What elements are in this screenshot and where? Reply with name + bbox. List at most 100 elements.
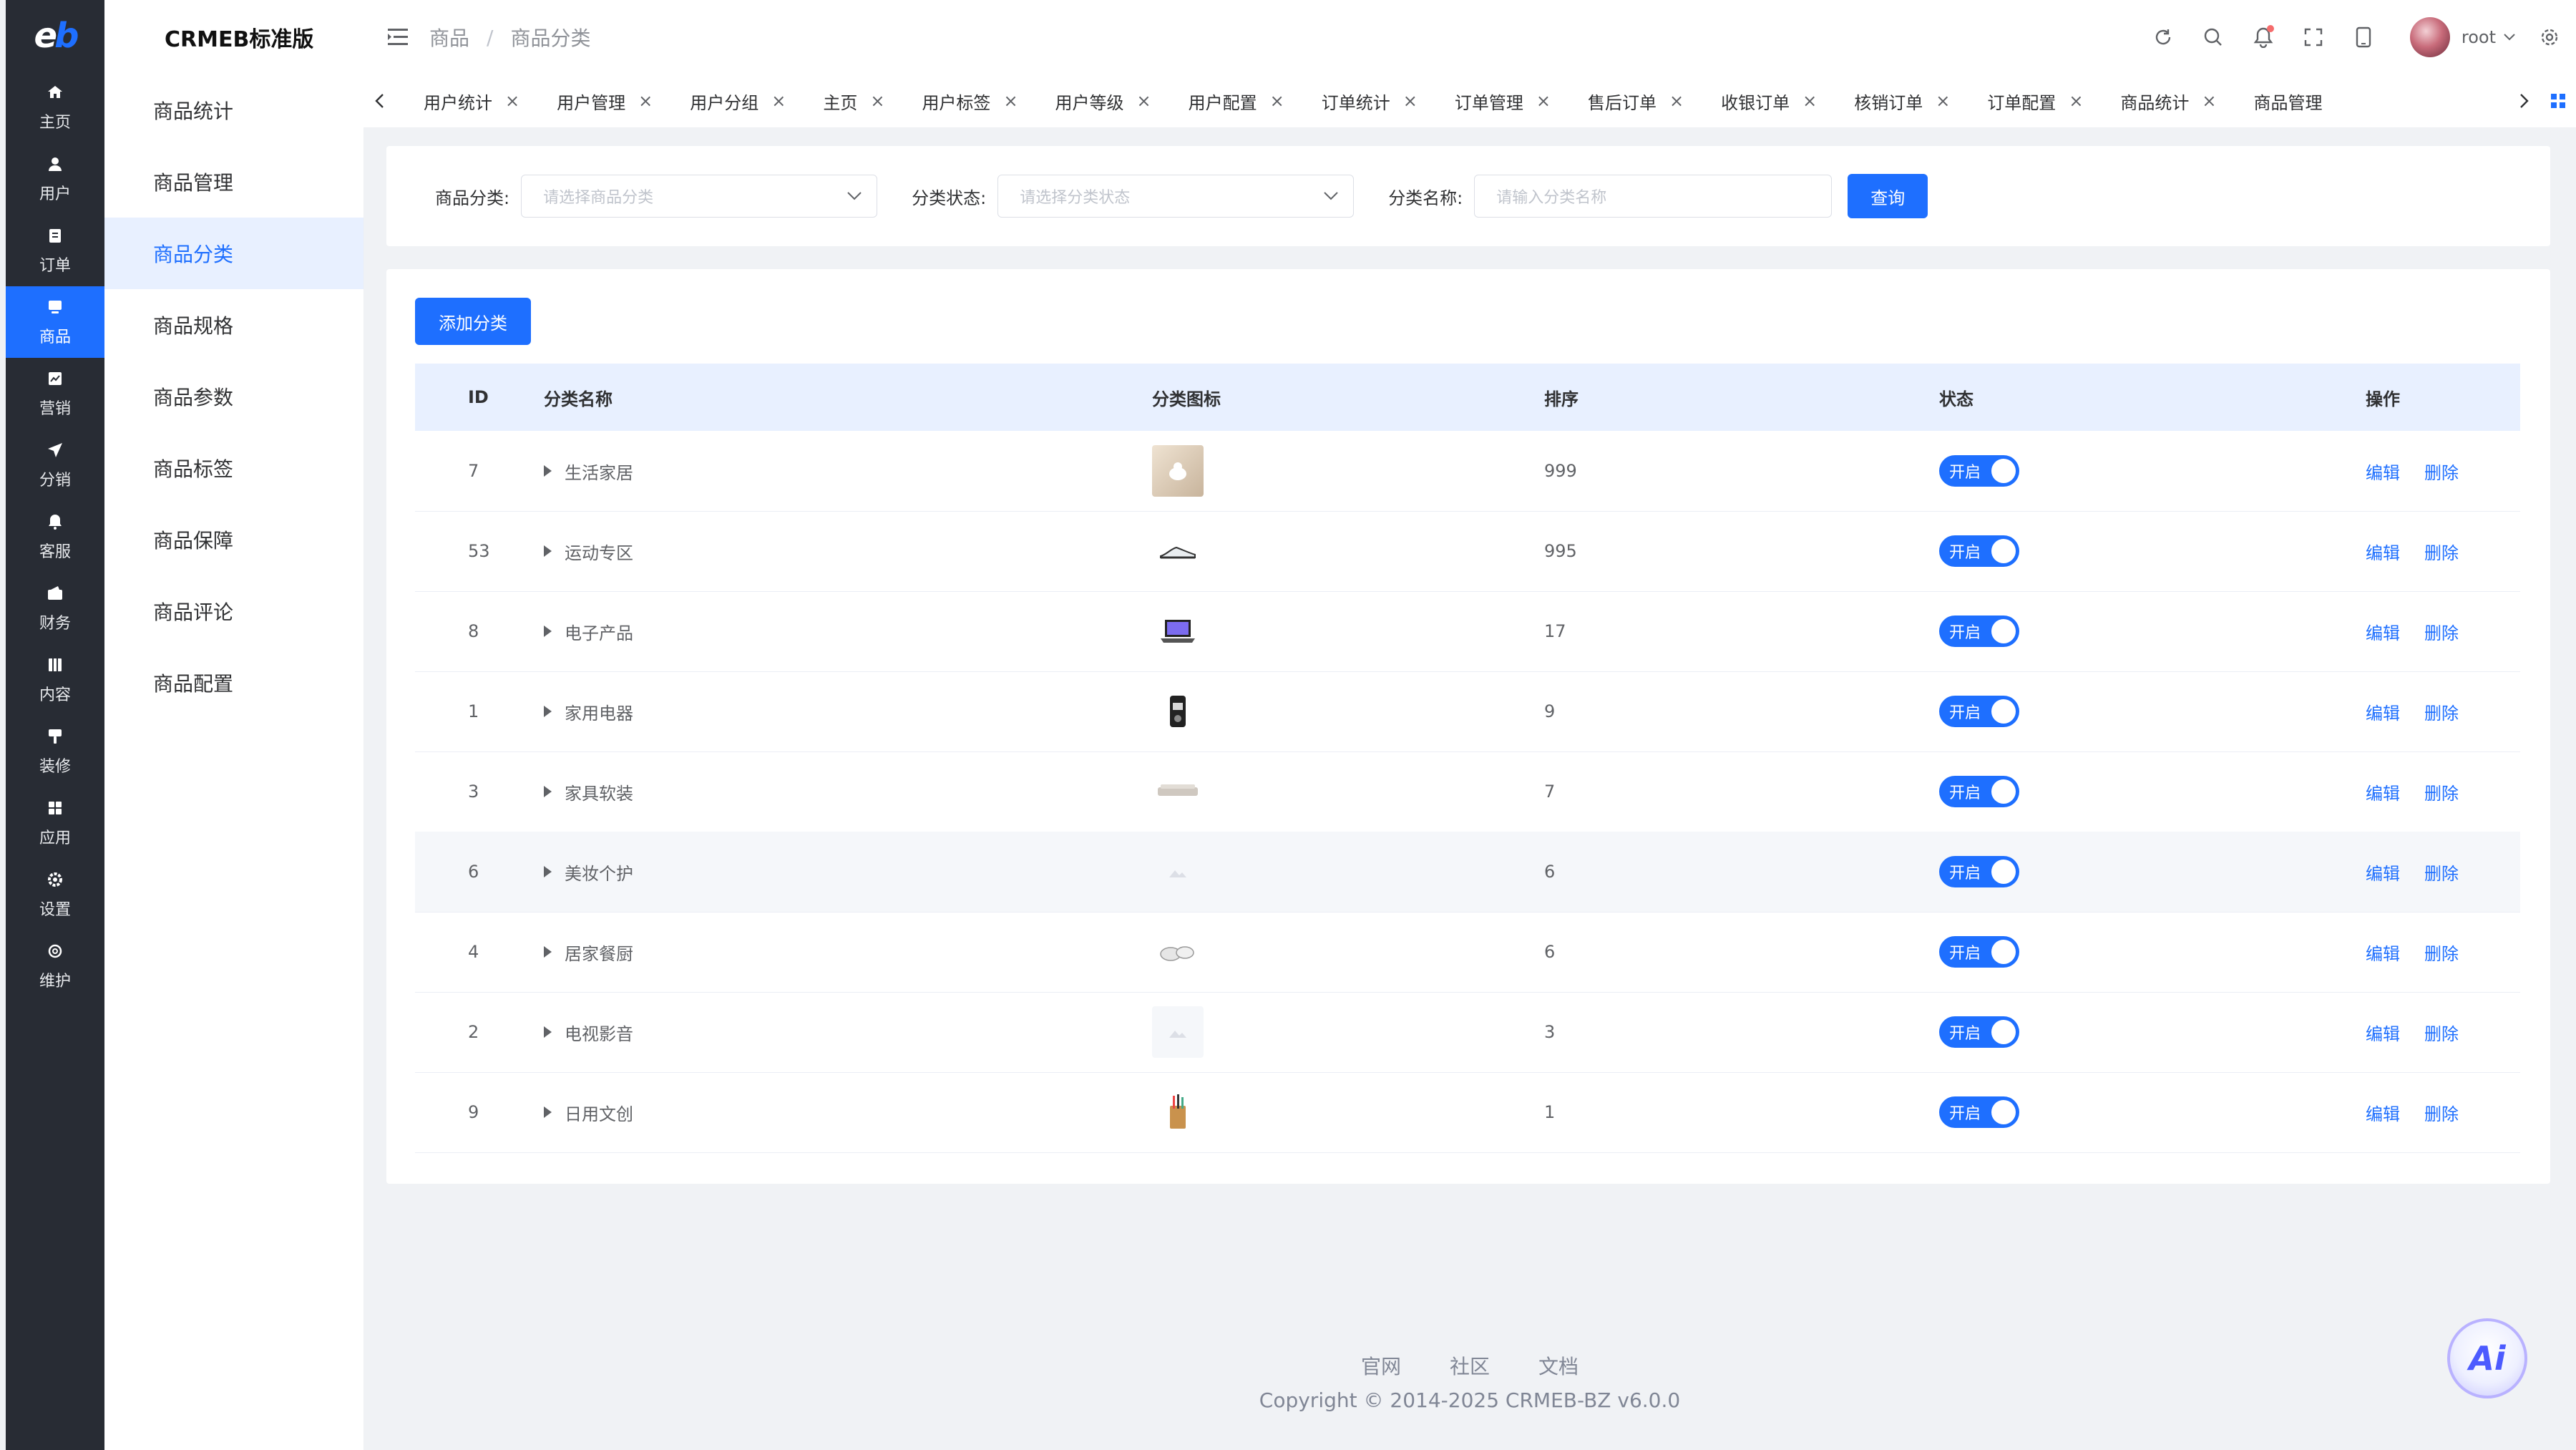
close-icon[interactable]: × [505, 91, 519, 111]
close-icon[interactable]: × [1270, 91, 1284, 111]
footer-link-official[interactable]: 官网 [1361, 1351, 1401, 1380]
row-icon[interactable] [1152, 832, 1204, 912]
delete-link[interactable]: 删除 [2424, 619, 2459, 644]
tab-order-config[interactable]: 订单配置 × [1987, 89, 2083, 114]
rail-item-distribution[interactable]: 分销 [6, 429, 104, 501]
tab-product-stats[interactable]: 商品统计 × [2120, 89, 2216, 114]
menu-fold-icon[interactable] [388, 26, 411, 49]
tabs-scroll-right-icon[interactable] [2509, 93, 2540, 109]
close-icon[interactable]: × [1003, 91, 1018, 111]
tab-user-config[interactable]: 用户配置 × [1189, 89, 1284, 114]
submenu-item-label[interactable]: 商品标签 [104, 432, 364, 504]
status-toggle[interactable]: 开启 [1939, 936, 2019, 968]
edit-link[interactable]: 编辑 [2366, 779, 2400, 804]
search-button[interactable]: 查询 [1848, 174, 1928, 218]
expand-caret-icon[interactable] [544, 1106, 552, 1118]
tab-product-manage[interactable]: 商品管理 [2254, 89, 2323, 114]
rail-item-maintenance[interactable]: 维护 [6, 930, 104, 1002]
close-icon[interactable]: × [1669, 91, 1684, 111]
status-toggle[interactable]: 开启 [1939, 455, 2019, 487]
delete-link[interactable]: 删除 [2424, 459, 2459, 484]
category-name-input[interactable]: 请输入分类名称 [1474, 175, 1833, 218]
row-icon[interactable] [1152, 591, 1204, 671]
delete-link[interactable]: 删除 [2424, 1100, 2459, 1125]
edit-link[interactable]: 编辑 [2366, 1020, 2400, 1045]
rail-item-product[interactable]: 商品 [6, 286, 104, 358]
rail-item-content[interactable]: 内容 [6, 644, 104, 716]
avatar[interactable] [2409, 17, 2450, 57]
delete-link[interactable]: 删除 [2424, 860, 2459, 885]
rail-item-finance[interactable]: 财务 [6, 573, 104, 644]
submenu-item-config[interactable]: 商品配置 [104, 647, 364, 719]
tab-user-level[interactable]: 用户等级 × [1055, 89, 1151, 114]
tab-aftersale-orders[interactable]: 售后订单 × [1588, 89, 1684, 114]
close-icon[interactable]: × [1936, 91, 1950, 111]
edit-link[interactable]: 编辑 [2366, 860, 2400, 885]
rail-item-service[interactable]: 客服 [6, 501, 104, 573]
tab-home[interactable]: 主页 × [823, 89, 884, 114]
edit-link[interactable]: 编辑 [2366, 619, 2400, 644]
expand-caret-icon[interactable] [544, 465, 552, 477]
submenu-item-guarantee[interactable]: 商品保障 [104, 504, 364, 575]
submenu-item-spec[interactable]: 商品规格 [104, 289, 364, 361]
refresh-icon[interactable] [2151, 25, 2175, 49]
tabs-grid-icon[interactable] [2540, 93, 2576, 109]
delete-link[interactable]: 删除 [2424, 1020, 2459, 1045]
footer-link-community[interactable]: 社区 [1450, 1351, 1490, 1380]
row-icon[interactable] [1152, 912, 1204, 992]
edit-link[interactable]: 编辑 [2366, 539, 2400, 564]
row-icon[interactable] [1152, 751, 1204, 832]
status-toggle[interactable]: 开启 [1939, 535, 2019, 567]
search-icon[interactable] [2201, 25, 2225, 49]
close-icon[interactable]: × [1403, 91, 1418, 111]
status-toggle[interactable]: 开启 [1939, 696, 2019, 727]
expand-caret-icon[interactable] [544, 946, 552, 958]
status-select[interactable]: 请选择分类状态 [997, 175, 1355, 218]
delete-link[interactable]: 删除 [2424, 699, 2459, 724]
close-icon[interactable]: × [1536, 91, 1551, 111]
expand-caret-icon[interactable] [544, 1026, 552, 1038]
gear-icon[interactable] [2537, 25, 2562, 49]
row-icon[interactable] [1152, 671, 1204, 751]
edit-link[interactable]: 编辑 [2366, 459, 2400, 484]
logo[interactable]: eb [6, 0, 104, 72]
fullscreen-icon[interactable] [2301, 25, 2326, 49]
expand-caret-icon[interactable] [544, 706, 552, 717]
close-icon[interactable]: × [1137, 91, 1151, 111]
user-menu[interactable]: root [2462, 27, 2516, 47]
delete-link[interactable]: 删除 [2424, 779, 2459, 804]
rail-item-decoration[interactable]: 装修 [6, 716, 104, 787]
tab-user-stats[interactable]: 用户统计 × [424, 89, 519, 114]
expand-caret-icon[interactable] [544, 866, 552, 877]
tab-order-stats[interactable]: 订单统计 × [1322, 89, 1418, 114]
submenu-item-manage[interactable]: 商品管理 [104, 146, 364, 218]
edit-link[interactable]: 编辑 [2366, 940, 2400, 965]
status-toggle[interactable]: 开启 [1939, 615, 2019, 647]
delete-link[interactable]: 删除 [2424, 539, 2459, 564]
submenu-item-category[interactable]: 商品分类 [104, 218, 364, 289]
expand-caret-icon[interactable] [544, 545, 552, 557]
rail-item-apps[interactable]: 应用 [6, 787, 104, 859]
footer-link-docs[interactable]: 文档 [1538, 1351, 1579, 1380]
edit-link[interactable]: 编辑 [2366, 699, 2400, 724]
submenu-item-reviews[interactable]: 商品评论 [104, 575, 364, 647]
rail-item-home[interactable]: 主页 [6, 72, 104, 143]
edit-link[interactable]: 编辑 [2366, 1100, 2400, 1125]
tab-user-tags[interactable]: 用户标签 × [922, 89, 1018, 114]
close-icon[interactable]: × [870, 91, 884, 111]
expand-caret-icon[interactable] [544, 786, 552, 797]
close-icon[interactable]: × [2069, 91, 2083, 111]
close-icon[interactable]: × [2202, 91, 2216, 111]
notification-bell-icon[interactable] [2251, 25, 2275, 49]
add-category-button[interactable]: 添加分类 [415, 298, 531, 345]
tab-user-manage[interactable]: 用户管理 × [557, 89, 653, 114]
status-toggle[interactable]: 开启 [1939, 856, 2019, 887]
category-select[interactable]: 请选择商品分类 [521, 175, 878, 218]
rail-item-user[interactable]: 用户 [6, 143, 104, 215]
row-icon[interactable] [1152, 511, 1204, 591]
breadcrumb-item[interactable]: 商品 [429, 23, 469, 52]
rail-item-order[interactable]: 订单 [6, 215, 104, 286]
mobile-preview-icon[interactable] [2351, 25, 2376, 49]
close-icon[interactable]: × [638, 91, 653, 111]
tab-user-group[interactable]: 用户分组 × [690, 89, 786, 114]
